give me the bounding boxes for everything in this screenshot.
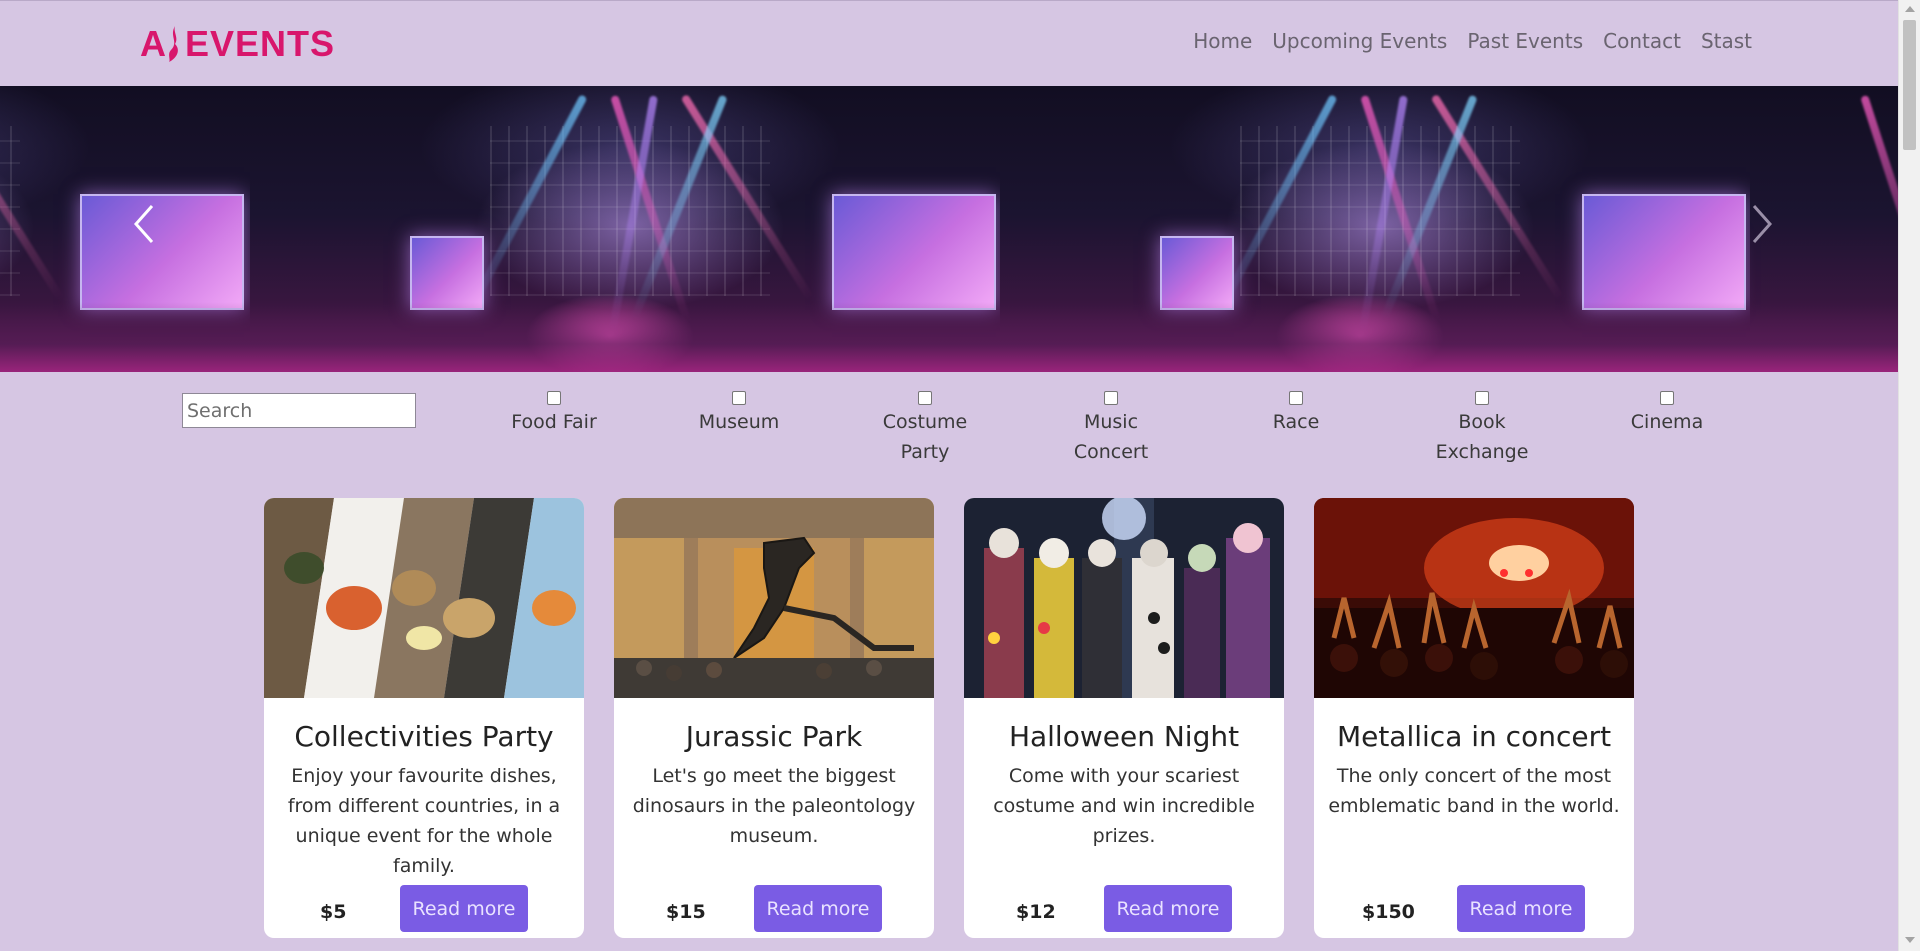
- event-description: Enjoy your favourite dishes, from differ…: [287, 765, 561, 877]
- costume-party-checkbox[interactable]: [918, 391, 932, 405]
- music-concert-checkbox[interactable]: [1104, 391, 1118, 405]
- carousel-image: [250, 86, 1000, 372]
- flame-icon: [169, 26, 178, 62]
- carousel-image: [1000, 86, 1750, 372]
- event-description: Come with your scariest costume and win …: [993, 765, 1255, 847]
- hero-carousel: [0, 86, 1898, 372]
- site-logo[interactable]: A EVENTS: [140, 19, 335, 69]
- read-more-button[interactable]: Read more: [1457, 885, 1585, 932]
- food-image: [264, 498, 584, 698]
- site-header: A EVENTS Home Upcoming Events Past Event…: [0, 0, 1898, 86]
- event-title: Metallica in concert: [1336, 720, 1612, 753]
- filter-label: Food Fair: [511, 411, 597, 433]
- concert-image: [1314, 498, 1634, 698]
- event-title: Jurassic Park: [685, 720, 863, 753]
- main-nav: Home Upcoming Events Past Events Contact…: [1193, 29, 1752, 53]
- carousel-prev-button[interactable]: [126, 194, 166, 254]
- filter-music-concert: Music Concert: [1041, 391, 1181, 467]
- nav-contact[interactable]: Contact: [1603, 29, 1681, 53]
- filter-race: Race: [1226, 391, 1366, 437]
- event-price: $5: [320, 901, 347, 923]
- filter-label: Costume Party: [882, 411, 968, 463]
- read-more-button[interactable]: Read more: [1104, 885, 1232, 932]
- filter-museum: Museum: [669, 391, 809, 437]
- chevron-left-icon: [133, 205, 154, 243]
- scroll-up-icon[interactable]: [1905, 6, 1915, 12]
- filter-label: Book Exchange: [1435, 411, 1529, 463]
- event-card: Halloween Night Come with your scariest …: [964, 498, 1284, 938]
- search-input[interactable]: [182, 393, 416, 428]
- nav-stast[interactable]: Stast: [1701, 29, 1752, 53]
- logo-text: EVENTS: [185, 23, 336, 64]
- event-title: Collectivities Party: [294, 720, 554, 753]
- event-price: $150: [1362, 901, 1415, 923]
- event-price: $15: [666, 901, 706, 923]
- chevron-right-icon: [1752, 205, 1773, 243]
- race-checkbox[interactable]: [1289, 391, 1303, 405]
- event-price: $12: [1016, 901, 1056, 923]
- event-description: The only concert of the most emblematic …: [1328, 765, 1620, 817]
- museum-image: [614, 498, 934, 698]
- page: A EVENTS Home Upcoming Events Past Event…: [0, 0, 1898, 951]
- event-card: Collectivities Party Enjoy your favourit…: [264, 498, 584, 938]
- filter-costume-party: Costume Party: [855, 391, 995, 467]
- event-description: Let's go meet the biggest dinosaurs in t…: [632, 765, 916, 847]
- filter-label: Music Concert: [1073, 411, 1149, 463]
- event-card: Jurassic Park Let's go meet the biggest …: [614, 498, 934, 938]
- book-exchange-checkbox[interactable]: [1475, 391, 1489, 405]
- nav-upcoming-events[interactable]: Upcoming Events: [1272, 29, 1447, 53]
- read-more-button[interactable]: Read more: [754, 885, 882, 932]
- food-fair-checkbox[interactable]: [547, 391, 561, 405]
- event-title: Halloween Night: [1008, 720, 1240, 753]
- filter-book-exchange: Book Exchange: [1412, 391, 1552, 467]
- page-scrollbar[interactable]: [1898, 0, 1920, 951]
- scrollbar-thumb[interactable]: [1903, 20, 1916, 150]
- filter-label: Museum: [698, 411, 780, 433]
- filter-label: Cinema: [1630, 411, 1704, 433]
- carousel-image: [0, 86, 250, 372]
- read-more-button[interactable]: Read more: [400, 885, 528, 932]
- filter-cinema: Cinema: [1597, 391, 1737, 437]
- halloween-image: [964, 498, 1284, 698]
- carousel-next-button[interactable]: [1740, 194, 1780, 254]
- cinema-checkbox[interactable]: [1660, 391, 1674, 405]
- logo-letter: A: [140, 23, 167, 64]
- nav-past-events[interactable]: Past Events: [1467, 29, 1583, 53]
- scroll-down-icon[interactable]: [1905, 937, 1915, 943]
- museum-checkbox[interactable]: [732, 391, 746, 405]
- filter-food-fair: Food Fair: [484, 391, 624, 437]
- event-card: Metallica in concert The only concert of…: [1314, 498, 1634, 938]
- nav-home[interactable]: Home: [1193, 29, 1252, 53]
- filter-label: Race: [1272, 411, 1320, 433]
